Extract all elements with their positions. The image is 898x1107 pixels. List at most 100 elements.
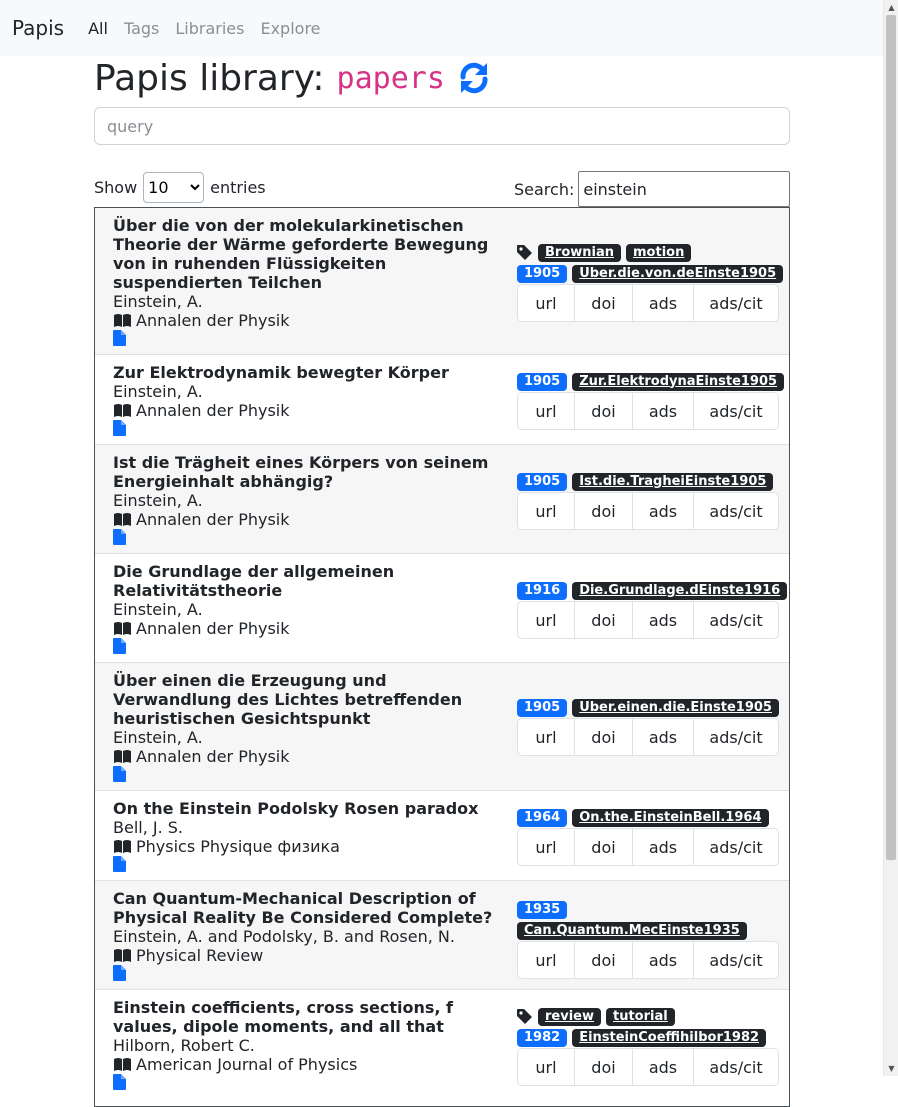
- ads-button[interactable]: ads: [633, 942, 694, 978]
- tag-badge[interactable]: review: [538, 1007, 601, 1026]
- url-button[interactable]: url: [518, 829, 575, 865]
- paper-authors: Einstein, A.: [113, 292, 203, 311]
- tag-badge[interactable]: tutorial: [606, 1007, 675, 1026]
- year-ref-line: 1964 On.the.EinsteinBell.1964: [517, 807, 779, 828]
- doi-button[interactable]: doi: [575, 602, 633, 638]
- ads-button[interactable]: ads: [633, 602, 694, 638]
- ads-cit-button[interactable]: ads/cit: [694, 285, 778, 321]
- table-row: Zur Elektrodynamik bewegter Körper Einste…: [95, 355, 789, 445]
- ads-cit-button[interactable]: ads/cit: [694, 829, 778, 865]
- url-button[interactable]: url: [518, 602, 575, 638]
- ref-badge[interactable]: Uber.die.von.deEinste1905: [572, 264, 784, 283]
- year-badge[interactable]: 1964: [517, 808, 568, 827]
- doi-button[interactable]: doi: [575, 942, 633, 978]
- ref-badge[interactable]: Uber.einen.die.Einste1905: [572, 698, 779, 717]
- ref-line: Can.Quantum.MecEinste1935: [517, 920, 779, 941]
- year-badge[interactable]: 1905: [517, 264, 568, 283]
- paper-actions-cell: 1905 Zur.ElektrodynaEinste1905 url doi ads ad…: [517, 371, 785, 430]
- tag-badge[interactable]: Brownian: [538, 243, 621, 262]
- entries-select[interactable]: 10: [143, 171, 205, 203]
- ads-button[interactable]: ads: [633, 829, 694, 865]
- file-icon[interactable]: [113, 330, 503, 349]
- url-button[interactable]: url: [518, 285, 575, 321]
- scroll-down-arrow-icon[interactable]: ▼: [884, 1061, 898, 1076]
- doi-button[interactable]: doi: [575, 829, 633, 865]
- ads-cit-button[interactable]: ads/cit: [694, 719, 778, 755]
- paper-title[interactable]: Ist die Trägheit eines Körpers von seine…: [113, 453, 503, 491]
- links-button-group: url doi ads ads/cit: [517, 1048, 779, 1086]
- paper-title[interactable]: Über einen die Erzeugung und Verwandlung…: [113, 671, 503, 728]
- nav-link-tags[interactable]: Tags: [124, 19, 159, 38]
- scrollbar-thumb[interactable]: [886, 15, 896, 860]
- year-badge[interactable]: 1905: [517, 472, 568, 491]
- year-line: 1935: [517, 899, 779, 920]
- paper-info-cell: Über einen die Erzeugung und Verwandlung…: [113, 671, 503, 785]
- brand-link[interactable]: Papis: [12, 16, 64, 40]
- url-button[interactable]: url: [518, 719, 575, 755]
- file-icon[interactable]: [113, 1074, 503, 1093]
- ref-badge[interactable]: EinsteinCoeffihilbor1982: [572, 1028, 767, 1047]
- paper-title[interactable]: Zur Elektrodynamik bewegter Körper: [113, 363, 503, 382]
- ads-cit-button[interactable]: ads/cit: [694, 942, 778, 978]
- url-button[interactable]: url: [518, 393, 575, 429]
- doi-button[interactable]: doi: [575, 493, 633, 529]
- doi-button[interactable]: doi: [575, 285, 633, 321]
- ads-button[interactable]: ads: [633, 285, 694, 321]
- links-button-group: url doi ads ads/cit: [517, 828, 779, 866]
- paper-actions-cell: 1964 On.the.EinsteinBell.1964 url doi ads ads…: [517, 807, 779, 866]
- url-button[interactable]: url: [518, 1049, 575, 1085]
- page-scrollbar[interactable]: ▲ ▼: [883, 0, 898, 1076]
- ref-badge[interactable]: Ist.die.TragheiEinste1905: [572, 472, 774, 491]
- ads-button[interactable]: ads: [633, 1049, 694, 1085]
- tag-badge[interactable]: motion: [626, 243, 692, 262]
- table-row: Die Grundlage der allgemeinen Relativitä…: [95, 554, 789, 663]
- ads-cit-button[interactable]: ads/cit: [694, 493, 778, 529]
- year-badge[interactable]: 1982: [517, 1028, 568, 1047]
- ads-cit-button[interactable]: ads/cit: [694, 1049, 778, 1085]
- doi-button[interactable]: doi: [575, 719, 633, 755]
- file-icon[interactable]: [113, 856, 503, 875]
- search-input[interactable]: [578, 171, 791, 207]
- paper-title[interactable]: Die Grundlage der allgemeinen Relativitä…: [113, 562, 503, 600]
- url-button[interactable]: url: [518, 493, 575, 529]
- paper-title[interactable]: Über die von der molekularkinetischen Th…: [113, 216, 503, 292]
- ref-badge[interactable]: Zur.ElektrodynaEinste1905: [572, 372, 785, 391]
- scroll-up-arrow-icon[interactable]: ▲: [884, 0, 898, 15]
- ref-badge[interactable]: On.the.EinsteinBell.1964: [572, 808, 769, 827]
- refresh-icon[interactable]: [457, 61, 491, 95]
- file-icon[interactable]: [113, 766, 503, 785]
- paper-title[interactable]: Einstein coefficients, cross sections, f…: [113, 998, 503, 1036]
- table-row: Über einen die Erzeugung und Verwandlung…: [95, 663, 789, 791]
- url-button[interactable]: url: [518, 942, 575, 978]
- paper-authors: Einstein, A.: [113, 382, 203, 401]
- nav-link-explore[interactable]: Explore: [260, 19, 320, 38]
- ads-button[interactable]: ads: [633, 393, 694, 429]
- ref-badge[interactable]: Can.Quantum.MecEinste1935: [517, 921, 747, 940]
- doi-button[interactable]: doi: [575, 393, 633, 429]
- file-icon[interactable]: [113, 965, 503, 984]
- paper-actions-cell: Brownian motion 1905 Uber.die.von.deEinste1…: [517, 242, 784, 322]
- query-input[interactable]: [94, 107, 790, 145]
- file-icon[interactable]: [113, 638, 503, 657]
- paper-authors: Einstein, A.: [113, 491, 203, 510]
- year-badge[interactable]: 1935: [517, 900, 568, 919]
- navbar: Papis All Tags Libraries Explore: [0, 0, 883, 56]
- file-icon[interactable]: [113, 420, 503, 439]
- nav-link-all[interactable]: All: [88, 19, 108, 38]
- search-control: Search:: [514, 171, 791, 207]
- book-icon: [113, 839, 132, 854]
- year-badge[interactable]: 1905: [517, 698, 568, 717]
- ads-cit-button[interactable]: ads/cit: [694, 602, 778, 638]
- year-badge[interactable]: 1905: [517, 372, 568, 391]
- nav-link-libraries[interactable]: Libraries: [175, 19, 244, 38]
- ref-badge[interactable]: Die.Grundlage.dEinste1916: [572, 581, 788, 600]
- file-icon[interactable]: [113, 529, 503, 548]
- year-badge[interactable]: 1916: [517, 581, 568, 600]
- ads-button[interactable]: ads: [633, 719, 694, 755]
- paper-title[interactable]: Can Quantum-Mechanical Description of Ph…: [113, 889, 503, 927]
- ads-cit-button[interactable]: ads/cit: [694, 393, 778, 429]
- doi-button[interactable]: doi: [575, 1049, 633, 1085]
- year-ref-line: 1905 Ist.die.TragheiEinste1905: [517, 471, 779, 492]
- paper-title[interactable]: On the Einstein Podolsky Rosen paradox: [113, 799, 503, 818]
- ads-button[interactable]: ads: [633, 493, 694, 529]
